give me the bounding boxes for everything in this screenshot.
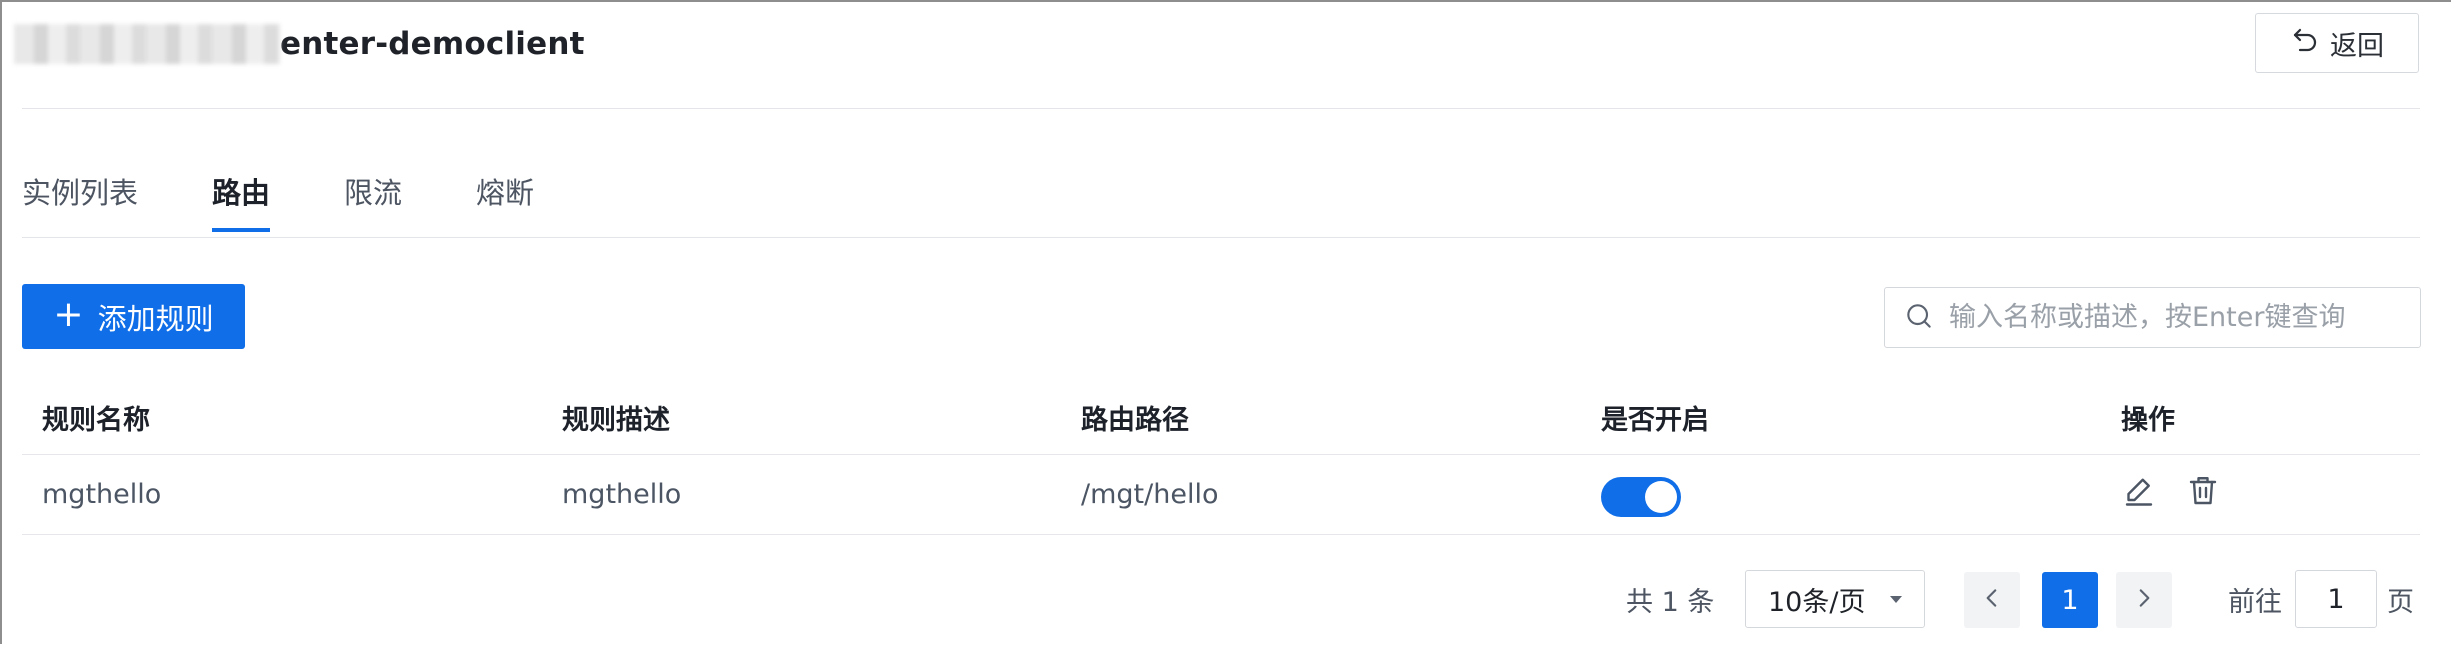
search-box[interactable] [1884, 287, 2421, 348]
page-size-select[interactable]: 10条/页 [1745, 570, 1925, 628]
chevron-right-icon [2131, 585, 2157, 615]
cell-rule-description: mgthello [562, 479, 682, 510]
goto-page-input[interactable] [2295, 570, 2377, 628]
rules-table: 规则名称 规则描述 路由路径 是否开启 操作 mgthello mgthello… [22, 380, 2420, 535]
redacted-title-prefix [14, 24, 280, 64]
page-size-value: 10条/页 [1768, 586, 1866, 618]
back-button[interactable]: 返回 [2255, 13, 2419, 73]
enabled-toggle[interactable] [1601, 476, 1681, 517]
column-header-enabled: 是否开启 [1601, 404, 1709, 436]
table-header-row: 规则名称 规则描述 路由路径 是否开启 操作 [22, 380, 2420, 455]
cell-route-path: /mgt/hello [1081, 479, 1219, 510]
edit-icon[interactable] [2121, 473, 2157, 516]
tab-routes[interactable]: 路由 [212, 170, 271, 232]
page-number-current[interactable]: 1 [2042, 572, 2098, 628]
search-icon [1903, 300, 1935, 336]
column-header-path: 路由路径 [1081, 404, 1189, 436]
plus-icon: + [53, 293, 84, 335]
toggle-knob [1645, 480, 1677, 513]
table-row: mgthello mgthello /mgt/hello [22, 455, 2420, 535]
undo-icon [2290, 25, 2320, 62]
prev-page-button[interactable] [1964, 572, 2020, 628]
cell-rule-name: mgthello [42, 479, 162, 510]
pagination-total: 共 1 条 [1626, 587, 1715, 618]
tab-circuit-breaker[interactable]: 熔断 [476, 170, 534, 232]
column-header-name: 规则名称 [42, 404, 150, 436]
goto-suffix: 页 [2387, 587, 2414, 618]
chevron-left-icon [1979, 585, 2005, 615]
add-rule-button[interactable]: + 添加规则 [22, 284, 245, 349]
back-button-label: 返回 [2330, 30, 2384, 62]
tab-instances[interactable]: 实例列表 [22, 170, 138, 232]
column-header-description: 规则描述 [562, 404, 670, 436]
tabs-divider [22, 237, 2420, 238]
cell-enabled [1581, 473, 2101, 517]
tab-rate-limit[interactable]: 限流 [344, 170, 402, 232]
page-title: enter-democlient [14, 22, 585, 66]
pagination: 共 1 条 10条/页 1 前往 页 [0, 570, 2420, 630]
next-page-button[interactable] [2116, 572, 2172, 628]
column-header-actions: 操作 [2121, 404, 2175, 436]
row-actions [2121, 473, 2420, 516]
add-rule-label: 添加规则 [97, 301, 214, 336]
search-input[interactable] [1947, 301, 2411, 334]
caret-down-icon [1890, 596, 1902, 603]
tab-bar: 实例列表 路由 限流 熔断 [22, 170, 608, 240]
goto-label: 前往 [2228, 587, 2282, 618]
header-divider [22, 108, 2420, 109]
page-title-text: enter-democlient [280, 26, 585, 62]
delete-icon[interactable] [2185, 473, 2221, 516]
cell-actions [2101, 473, 2420, 516]
